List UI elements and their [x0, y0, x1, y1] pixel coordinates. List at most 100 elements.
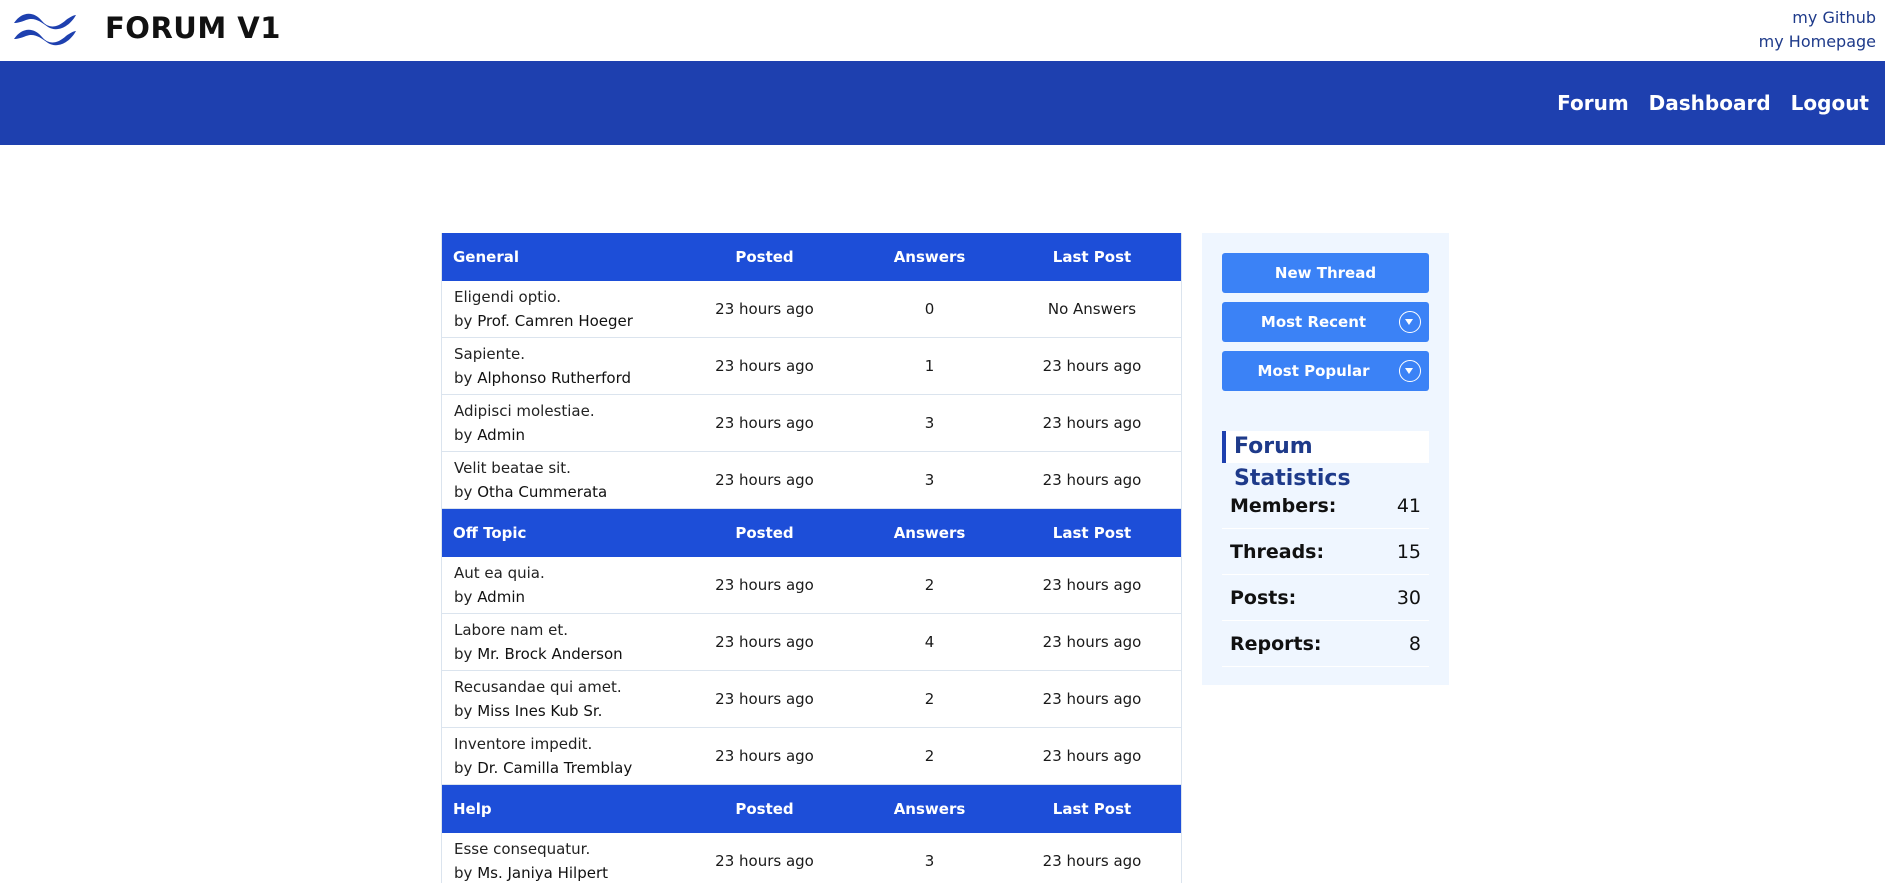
- thread-title-link[interactable]: Aut ea quia.: [454, 561, 682, 585]
- by-label: by: [454, 702, 473, 720]
- thread-title-link[interactable]: Labore nam et.: [454, 618, 682, 642]
- github-link[interactable]: my Github: [1759, 6, 1876, 30]
- by-label: by: [454, 864, 473, 882]
- section-name[interactable]: Help: [442, 800, 682, 818]
- nav-links: Forum Dashboard Logout: [1537, 61, 1869, 145]
- column-answers: Answers: [893, 800, 966, 818]
- thread-author-line: by Dr. Camilla Tremblay: [454, 756, 682, 780]
- thread-row[interactable]: Aut ea quia. by Admin 23 hours ago 2 23 hour…: [442, 557, 1181, 614]
- thread-row[interactable]: Recusandae qui amet. by Miss Ines Kub Sr.…: [442, 671, 1181, 728]
- thread-author-line: by Prof. Camren Hoeger: [454, 309, 682, 333]
- most-popular-dropdown[interactable]: Most Popular: [1222, 351, 1429, 391]
- thread-answers: 3: [924, 471, 935, 489]
- thread-posted: 23 hours ago: [715, 576, 814, 594]
- thread-row[interactable]: Sapiente. by Alphonso Rutherford 23 hours …: [442, 338, 1181, 395]
- nav-dashboard[interactable]: Dashboard: [1649, 91, 1771, 115]
- thread-title-link[interactable]: Velit beatae sit.: [454, 456, 682, 480]
- top-header: FORUM V1 my Github my Homepage: [0, 0, 1885, 61]
- column-last-post: Last Post: [1052, 524, 1132, 542]
- thread-author-line: by Otha Cummerata: [454, 480, 682, 504]
- thread-last-post: 23 hours ago: [1042, 414, 1142, 432]
- thread-row[interactable]: Eligendi optio. by Prof. Camren Hoeger 23 …: [442, 281, 1181, 338]
- thread-author-line: by Admin: [454, 423, 682, 447]
- thread-row[interactable]: Labore nam et. by Mr. Brock Anderson 23 ho…: [442, 614, 1181, 671]
- thread-author-link[interactable]: Prof. Camren Hoeger: [477, 312, 633, 330]
- stat-threads: Threads: 15: [1222, 529, 1429, 575]
- thread-author-link[interactable]: Mr. Brock Anderson: [477, 645, 622, 663]
- by-label: by: [454, 312, 473, 330]
- thread-posted: 23 hours ago: [715, 357, 814, 375]
- thread-last-post: 23 hours ago: [1042, 747, 1142, 765]
- thread-author-line: by Mr. Brock Anderson: [454, 642, 682, 666]
- nav-logout[interactable]: Logout: [1791, 91, 1869, 115]
- thread-author-link[interactable]: Alphonso Rutherford: [477, 369, 631, 387]
- thread-last-post: 23 hours ago: [1042, 690, 1142, 708]
- column-answers: Answers: [893, 248, 966, 266]
- thread-row[interactable]: Inventore impedit. by Dr. Camilla Trembla…: [442, 728, 1181, 785]
- column-posted: Posted: [735, 800, 794, 818]
- nav-forum[interactable]: Forum: [1557, 91, 1629, 115]
- stat-label: Reports:: [1230, 632, 1322, 655]
- column-posted: Posted: [735, 248, 794, 266]
- thread-title-link[interactable]: Adipisci molestiae.: [454, 399, 682, 423]
- new-thread-button[interactable]: New Thread: [1222, 253, 1429, 293]
- thread-posted: 23 hours ago: [715, 690, 814, 708]
- thread-author-link[interactable]: Admin: [477, 426, 525, 444]
- thread-title-link[interactable]: Inventore impedit.: [454, 732, 682, 756]
- thread-answers: 2: [924, 690, 935, 708]
- stat-members: Members: 41: [1222, 483, 1429, 529]
- thread-row[interactable]: Velit beatae sit. by Otha Cummerata 23 hou…: [442, 452, 1181, 509]
- by-label: by: [454, 588, 473, 606]
- thread-posted: 23 hours ago: [715, 633, 814, 651]
- thread-info: Eligendi optio. by Prof. Camren Hoeger: [442, 285, 682, 333]
- stat-label: Posts:: [1230, 586, 1297, 609]
- section-header: Help Posted Answers Last Post: [442, 785, 1181, 833]
- stat-label: Threads:: [1230, 540, 1325, 563]
- thread-author-link[interactable]: Dr. Camilla Tremblay: [477, 759, 632, 777]
- thread-author-line: by Miss Ines Kub Sr.: [454, 699, 682, 723]
- most-recent-dropdown[interactable]: Most Recent: [1222, 302, 1429, 342]
- forum-threads-table: General Posted Answers Last Post Eligendi op…: [441, 233, 1182, 883]
- stat-value: 30: [1396, 586, 1421, 609]
- by-label: by: [454, 369, 473, 387]
- new-thread-label: New Thread: [1274, 264, 1377, 282]
- thread-answers: 3: [924, 414, 935, 432]
- site-title[interactable]: FORUM V1: [105, 10, 281, 46]
- stat-label: Members:: [1230, 494, 1337, 517]
- stat-value: 41: [1396, 494, 1421, 517]
- thread-author-link[interactable]: Admin: [477, 588, 525, 606]
- thread-info: Labore nam et. by Mr. Brock Anderson: [442, 618, 682, 666]
- thread-last-post: 23 hours ago: [1042, 576, 1142, 594]
- thread-info: Recusandae qui amet. by Miss Ines Kub Sr.: [442, 675, 682, 723]
- thread-author-link[interactable]: Otha Cummerata: [477, 483, 607, 501]
- homepage-link[interactable]: my Homepage: [1759, 30, 1876, 54]
- by-label: by: [454, 645, 473, 663]
- section-header: Off Topic Posted Answers Last Post: [442, 509, 1181, 557]
- thread-title-link[interactable]: Sapiente.: [454, 342, 682, 366]
- by-label: by: [454, 426, 473, 444]
- column-last-post: Last Post: [1052, 248, 1132, 266]
- thread-author-link[interactable]: Ms. Janiya Hilpert: [477, 864, 608, 882]
- column-posted: Posted: [735, 524, 794, 542]
- thread-last-post: 23 hours ago: [1042, 633, 1142, 651]
- thread-posted: 23 hours ago: [715, 471, 814, 489]
- by-label: by: [454, 759, 473, 777]
- stat-value: 15: [1396, 540, 1421, 563]
- column-last-post: Last Post: [1052, 800, 1132, 818]
- thread-title-link[interactable]: Esse consequatur.: [454, 837, 682, 861]
- thread-title-link[interactable]: Eligendi optio.: [454, 285, 682, 309]
- sidebar: New Thread Most Recent Most Popular Foru…: [1202, 233, 1449, 685]
- tailwind-wave-icon[interactable]: [12, 9, 78, 51]
- thread-answers: 3: [924, 852, 935, 870]
- thread-title-link[interactable]: Recusandae qui amet.: [454, 675, 682, 699]
- column-answers: Answers: [893, 524, 966, 542]
- thread-last-post: No Answers: [1047, 300, 1137, 318]
- thread-author-line: by Ms. Janiya Hilpert: [454, 861, 682, 883]
- thread-row[interactable]: Esse consequatur. by Ms. Janiya Hilpert 23…: [442, 833, 1181, 883]
- section-name[interactable]: General: [442, 248, 682, 266]
- section-name[interactable]: Off Topic: [442, 524, 682, 542]
- thread-answers: 2: [924, 747, 935, 765]
- thread-row[interactable]: Adipisci molestiae. by Admin 23 hours ago 3…: [442, 395, 1181, 452]
- thread-author-link[interactable]: Miss Ines Kub Sr.: [477, 702, 602, 720]
- thread-posted: 23 hours ago: [715, 300, 814, 318]
